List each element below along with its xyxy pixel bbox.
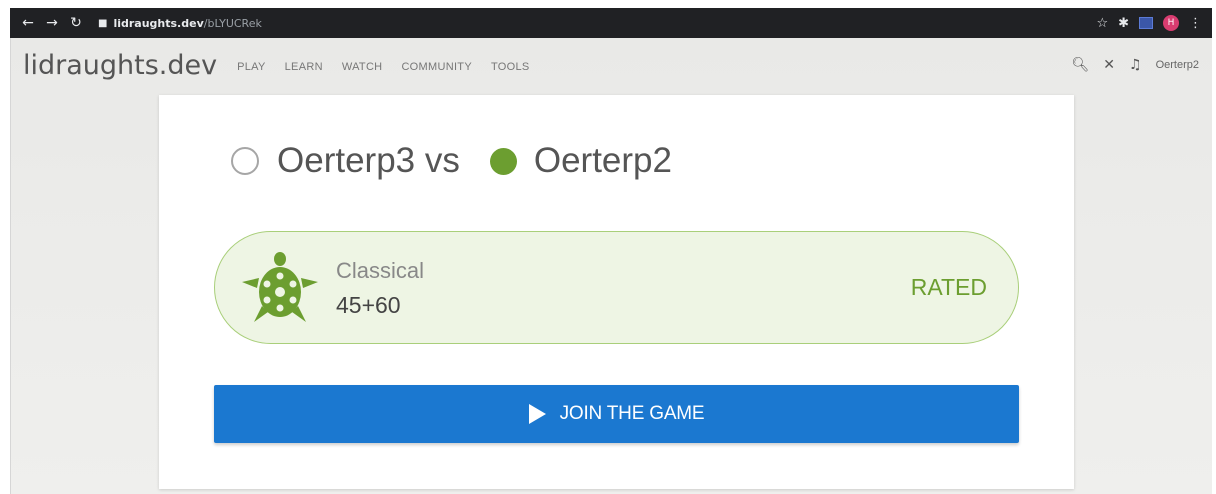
player-white[interactable]: Oerterp3 vs xyxy=(277,141,460,181)
site-header: lidraughts.dev PLAY LEARN WATCH COMMUNIT… xyxy=(11,38,1213,92)
bell-icon[interactable]: ♫ xyxy=(1129,57,1142,73)
nav-play[interactable]: PLAY xyxy=(237,61,266,73)
search-icon[interactable]: 🔍︎ xyxy=(1072,57,1090,73)
play-icon xyxy=(528,404,546,424)
extension-icon[interactable] xyxy=(1139,17,1153,29)
browser-toolbar: ← → ↻ ■ lidraughts.dev/bLYUCRek ☆ ✱ H ⋮ xyxy=(10,8,1212,38)
url-path: /bLYUCRek xyxy=(203,16,262,30)
username-link[interactable]: Oerterp2 xyxy=(1156,59,1199,71)
page: lidraughts.dev PLAY LEARN WATCH COMMUNIT… xyxy=(10,38,1212,494)
challenge-card: Oerterp3 vs Oerterp2 Classical 45+60 RAT… xyxy=(159,95,1074,489)
time-control: 45+60 xyxy=(336,292,401,318)
lock-icon: ■ xyxy=(98,17,108,29)
nav-watch[interactable]: WATCH xyxy=(342,61,383,73)
main-nav: PLAY LEARN WATCH COMMUNITY TOOLS xyxy=(237,61,529,73)
challenge-swords-icon[interactable]: ✕ xyxy=(1103,57,1115,73)
star-icon[interactable]: ☆ xyxy=(1096,16,1108,31)
join-game-label: JOIN THE GAME xyxy=(559,403,705,424)
nav-tools[interactable]: TOOLS xyxy=(491,61,530,73)
speed-label: Classical xyxy=(336,258,425,283)
forward-arrow-icon[interactable]: → xyxy=(40,8,64,38)
black-piece-icon xyxy=(489,147,517,175)
address-bar[interactable]: ■ lidraughts.dev/bLYUCRek xyxy=(98,17,262,30)
back-arrow-icon[interactable]: ← xyxy=(16,8,40,38)
url-host: lidraughts.dev xyxy=(113,16,204,30)
players-line: Oerterp3 vs Oerterp2 xyxy=(231,141,672,181)
reload-icon[interactable]: ↻ xyxy=(64,8,88,38)
extensions-puzzle-icon[interactable]: ✱ xyxy=(1118,16,1129,31)
turtle-icon xyxy=(242,252,318,322)
nav-community[interactable]: COMMUNITY xyxy=(401,61,472,73)
white-piece-icon xyxy=(231,147,259,175)
rated-badge: RATED xyxy=(910,274,987,300)
profile-avatar[interactable]: H xyxy=(1163,15,1179,31)
game-setup-box: Classical 45+60 RATED xyxy=(214,231,1019,344)
menu-dots-icon[interactable]: ⋮ xyxy=(1189,16,1202,31)
join-game-button[interactable]: JOIN THE GAME xyxy=(214,385,1019,443)
nav-learn[interactable]: LEARN xyxy=(285,61,323,73)
site-logo[interactable]: lidraughts.dev xyxy=(23,50,217,81)
player-black[interactable]: Oerterp2 xyxy=(534,141,672,181)
